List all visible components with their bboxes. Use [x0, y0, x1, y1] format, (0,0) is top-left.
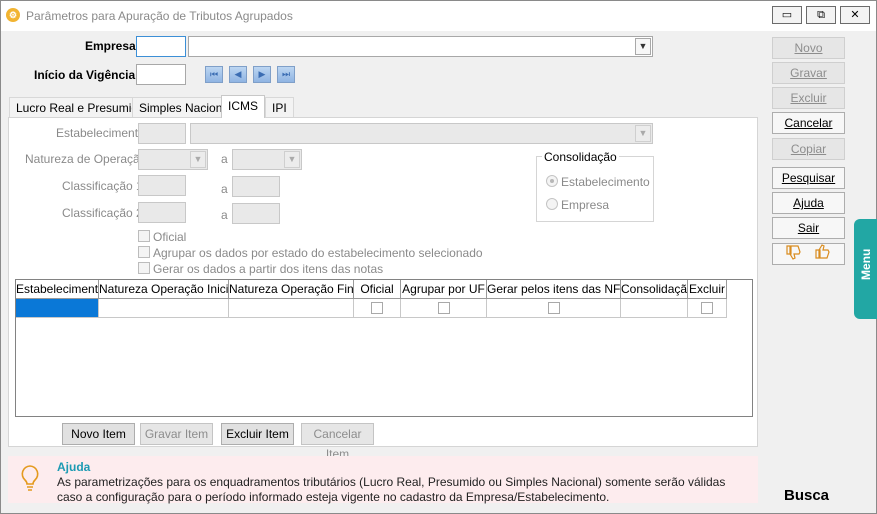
lightbulb-icon: [19, 464, 41, 494]
consolidacao-empresa-label: Empresa: [561, 198, 610, 212]
excluir-button[interactable]: Excluir: [772, 87, 845, 109]
table-row-cell-gerar-itens[interactable]: [487, 299, 621, 318]
row-excluir-checkbox[interactable]: [701, 302, 713, 314]
tab-ipi[interactable]: IPI: [265, 97, 294, 117]
table-row-cell-excluir[interactable]: [688, 299, 727, 318]
next-record-icon[interactable]: ▶: [253, 66, 271, 83]
close-button[interactable]: ✕: [840, 6, 870, 24]
chevron-down-icon[interactable]: ▼: [284, 151, 300, 168]
natureza-a-label: a: [221, 152, 228, 166]
classificacao2-inicial-input[interactable]: [138, 202, 186, 223]
menu-label[interactable]: Menu: [859, 249, 873, 280]
estabelecimento-code-input[interactable]: [138, 123, 186, 144]
busca-label[interactable]: Busca: [784, 487, 829, 504]
empresa-name-select[interactable]: ▼: [188, 36, 653, 57]
agrupar-checkbox[interactable]: [138, 246, 150, 258]
natureza-final-select[interactable]: ▼: [232, 149, 302, 170]
empresa-label: Empresa: [85, 39, 136, 53]
copiar-button[interactable]: Copiar: [772, 138, 845, 160]
cancelar-item-button[interactable]: Cancelar Item: [301, 423, 374, 461]
natureza-label: Natureza de Operação: [25, 152, 147, 166]
classificacao1-a-label: a: [221, 182, 228, 196]
estabelecimento-select[interactable]: ▼: [190, 123, 653, 144]
novo-item-button[interactable]: Novo Item: [62, 423, 135, 445]
chevron-down-icon[interactable]: ▼: [190, 151, 206, 168]
col-estabelecimento[interactable]: Estabelecimento: [16, 280, 99, 299]
col-oficial[interactable]: Oficial: [354, 280, 401, 299]
empresa-code-input[interactable]: [136, 36, 186, 57]
classificacao2-a-label: a: [221, 208, 228, 222]
col-agrupar-uf[interactable]: Agrupar por UF: [401, 280, 487, 299]
gravar-item-button[interactable]: Gravar Item: [140, 423, 213, 445]
oficial-checkbox[interactable]: [138, 230, 150, 242]
gravar-button[interactable]: Gravar: [772, 62, 845, 84]
table-row-cell-estabelecimento[interactable]: [16, 299, 99, 318]
classificacao2-label: Classificação 2: [62, 206, 143, 220]
agrupar-label: Agrupar os dados por estado do estabelec…: [153, 246, 483, 260]
thumbs-up-icon[interactable]: [814, 244, 832, 266]
title-bar: ⚙ Parâmetros para Apuração de Tributos A…: [1, 1, 876, 31]
chevron-down-icon[interactable]: ▼: [635, 38, 651, 55]
col-natureza-inicial[interactable]: Natureza Operação Inicial: [99, 280, 229, 299]
novo-button[interactable]: Novo: [772, 37, 845, 59]
chevron-down-icon[interactable]: ▼: [635, 125, 651, 142]
classificacao1-final-input[interactable]: [232, 176, 280, 197]
tab-lucro-real-presumido[interactable]: Lucro Real e Presumido: [9, 97, 152, 117]
feedback-buttons: [772, 243, 845, 265]
gerar-label: Gerar os dados a partir dos itens das no…: [153, 262, 384, 276]
table-row-cell-agrupar-uf[interactable]: [401, 299, 487, 318]
help-title: Ajuda: [57, 460, 91, 474]
classificacao2-final-input[interactable]: [232, 203, 280, 224]
window-title: Parâmetros para Apuração de Tributos Agr…: [26, 9, 293, 23]
table-row-cell-oficial[interactable]: [354, 299, 401, 318]
items-grid[interactable]: Estabelecimento Natureza Operação Inicia…: [15, 279, 753, 417]
oficial-label: Oficial: [153, 230, 187, 244]
cancelar-button[interactable]: Cancelar: [772, 112, 845, 134]
row-oficial-checkbox[interactable]: [371, 302, 383, 314]
app-logo-icon: ⚙: [6, 8, 20, 22]
classificacao1-inicial-input[interactable]: [138, 175, 186, 196]
row-agrupar-checkbox[interactable]: [437, 302, 450, 314]
classificacao1-label: Classificação 1: [62, 179, 143, 193]
tab-icms[interactable]: ICMS: [221, 95, 265, 118]
gerar-checkbox[interactable]: [138, 262, 150, 274]
minimize-button[interactable]: ▭: [772, 6, 802, 24]
consolidacao-estabelecimento-label: Estabelecimento: [561, 175, 650, 189]
natureza-inicial-select[interactable]: ▼: [138, 149, 208, 170]
ajuda-button[interactable]: Ajuda: [772, 192, 845, 214]
col-gerar-itens[interactable]: Gerar pelos itens das NFs: [487, 280, 621, 299]
col-consolidacao[interactable]: Consolidação: [621, 280, 688, 299]
consolidacao-empresa-radio[interactable]: [546, 198, 558, 210]
excluir-item-button[interactable]: Excluir Item: [221, 423, 294, 445]
last-record-icon[interactable]: ⏭: [277, 66, 295, 83]
table-row-cell-natureza-final[interactable]: [229, 299, 354, 318]
estabelecimento-label: Estabelecimento: [56, 126, 145, 140]
col-excluir[interactable]: Excluir: [688, 280, 727, 299]
previous-record-icon[interactable]: ◀: [229, 66, 247, 83]
main-window: ⚙ Parâmetros para Apuração de Tributos A…: [0, 0, 877, 514]
table-row-cell-natureza-inicial[interactable]: [99, 299, 229, 318]
sair-button[interactable]: Sair: [772, 217, 845, 239]
table-row-cell-consolidacao[interactable]: [621, 299, 688, 318]
col-natureza-final[interactable]: Natureza Operação Final: [229, 280, 354, 299]
vigencia-label: Início da Vigência: [34, 68, 136, 82]
consolidacao-group: [536, 156, 654, 222]
thumbs-down-icon[interactable]: [785, 244, 803, 266]
restore-button[interactable]: ⧉: [806, 6, 836, 24]
consolidacao-title: Consolidação: [542, 150, 619, 164]
help-text: As parametrizações para os enquadramento…: [57, 475, 726, 504]
pesquisar-button[interactable]: Pesquisar: [772, 167, 845, 189]
first-record-icon[interactable]: ⏮: [205, 66, 223, 83]
vigencia-input[interactable]: [136, 64, 186, 85]
row-gerar-checkbox[interactable]: [547, 302, 560, 314]
consolidacao-estabelecimento-radio[interactable]: [546, 175, 558, 187]
